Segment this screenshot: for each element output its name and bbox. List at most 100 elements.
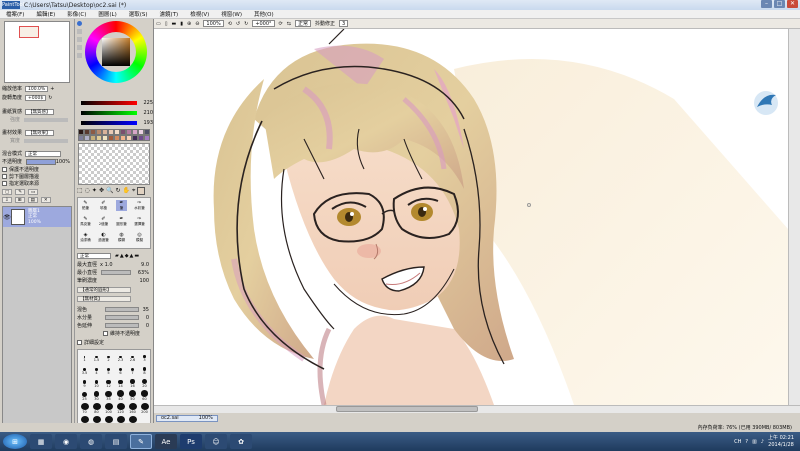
brush-size-cell[interactable]: 60 [139,390,150,401]
zoom-plus-icon[interactable]: + [50,86,54,92]
opacity-slider[interactable] [26,158,56,165]
taskbar-paint-icon[interactable]: ✿ [230,434,252,449]
brush-size-cell[interactable]: 3.5 [79,364,90,375]
brush-size-cell[interactable]: 2.3 [115,351,126,362]
color-wheel-mode-icon[interactable] [77,21,82,26]
network-icon[interactable]: ▥ [752,439,757,445]
navigator-viewport-box[interactable] [19,26,39,38]
menu-layer[interactable]: 圖層(L) [92,10,122,18]
minimize-button[interactable]: – [761,0,772,8]
brush-size-cell[interactable]: 2 [103,351,114,362]
taskbar-folder-icon[interactable]: ▤ [105,434,127,449]
brush-shape-select[interactable]: 【通常的圓形】 [77,286,131,293]
scratchpad[interactable] [78,143,150,185]
transfer-down-icon[interactable]: ⇩ [2,196,12,203]
clock[interactable]: 上午 02:21 2014/1/28 [768,435,794,449]
brush-size-cell[interactable]: 8 [139,364,150,375]
paper-effect-select[interactable]: 【無效果】 [25,129,54,136]
rotate-tool-icon[interactable]: ↻ [115,187,120,194]
brush-size-cell[interactable]: 7 [127,364,138,375]
palette-swatch[interactable] [144,135,150,141]
brush-size-cell[interactable]: 3 [139,351,150,362]
tool-binary-pen[interactable]: ✐ 2值筆 [98,216,109,227]
selection-source-checkbox[interactable] [2,181,7,186]
color-wheel[interactable] [85,21,147,83]
zoom-tool-icon[interactable]: 🔍 [106,187,113,194]
new-linework-layer-icon[interactable]: ✎ [15,188,26,195]
rgb-slider-mode-icon[interactable] [77,29,82,34]
lasso-tool-icon[interactable]: ◌ [85,187,90,194]
horizontal-scroll-thumb[interactable] [336,406,478,412]
tool-blur[interactable]: ◍ 模糊 [116,232,127,243]
help-icon[interactable]: ? [745,439,748,445]
brush-size-cell[interactable]: 10 [91,377,102,388]
menu-select[interactable]: 選取(S) [123,10,154,18]
brush-size-cell[interactable]: 1.5 [91,351,102,362]
invert-select-icon[interactable]: ▬ [172,21,177,27]
eyedropper-icon[interactable]: ⌖ [132,187,135,195]
dilution-slider[interactable] [105,315,139,320]
vertical-scrollbar[interactable] [788,29,800,405]
start-button[interactable]: ⊞ [3,434,27,449]
blending-slider[interactable] [105,307,139,312]
menu-view[interactable]: 檢視(V) [184,10,215,18]
tool-airbrush[interactable]: ✐ 噴槍 [98,200,109,211]
angle-reset-icon[interactable]: ↻ [48,95,52,101]
scratchpad-mode-icon[interactable] [77,53,82,58]
brush-size-cell[interactable]: 35 [103,390,114,401]
paper-texture-select[interactable]: 【無質感】 [25,108,54,115]
color-palette[interactable] [78,129,150,141]
rotate-right-icon[interactable]: ↻ [244,21,248,27]
flip-horizontal-icon[interactable]: ⇆ [287,21,291,27]
deselect-icon[interactable]: ▯ [165,21,168,27]
advanced-settings-checkbox[interactable] [77,340,82,345]
hide-select-icon[interactable]: ▮ [180,21,183,27]
menu-edit[interactable]: 編輯(E) [30,10,61,18]
brush-size-cell[interactable]: 70 [79,403,90,414]
zoom-out-icon[interactable]: ⊖ [195,21,199,27]
rotation-field[interactable]: +000° [252,20,275,27]
document-tab[interactable]: oc2.sai 100% [156,414,218,422]
angle-field[interactable]: +000$ [25,94,47,101]
magic-wand-icon[interactable]: ✦ [92,187,97,194]
taskbar-sai-icon[interactable]: ✎ [130,434,152,449]
hsv-slider-mode-icon[interactable] [77,37,82,42]
rotate-left-icon[interactable]: ↺ [236,21,240,27]
brush-size-cell[interactable]: 12 [103,377,114,388]
clear-layer-icon[interactable]: ▤ [27,196,38,203]
hand-tool-icon[interactable]: ✋ [123,187,130,194]
tool-round-pen[interactable]: ✒ 圓形筆 [116,216,127,227]
brush-size-cell[interactable]: 25 [79,390,90,401]
new-folder-icon[interactable]: ▭ [28,188,39,195]
brush-size-cell[interactable]: 100 [103,403,114,414]
zoom-field[interactable]: 100.0% [25,85,49,92]
brush-size-cell[interactable]: 160 [127,403,138,414]
tool-pencil[interactable]: ✎ 鉛筆 [80,200,91,211]
paper-strength-slider[interactable] [24,117,68,122]
green-slider[interactable] [81,110,137,115]
brush-mode-select[interactable]: 正常 [77,252,111,259]
clip-layer-checkbox[interactable] [2,174,7,179]
maximize-button[interactable]: □ [774,0,785,8]
tool-marker[interactable]: ✎ 馬克筆 [80,216,91,227]
menu-window[interactable]: 視窗(W) [215,10,248,18]
max-size-multiplier[interactable]: x 1.0 [100,262,113,268]
taskbar-ae-icon[interactable]: Ae [155,434,177,449]
brush-size-cell[interactable]: 50 [127,390,138,401]
menu-other[interactable]: 其他(O) [248,10,280,18]
tool-brush[interactable]: ✒ 筆 [116,200,127,211]
brush-size-cell[interactable]: 9 [79,377,90,388]
keep-opacity-checkbox[interactable] [103,331,108,336]
menu-file[interactable]: 檔案(F) [0,10,30,18]
tool-bucket[interactable]: ◈ 油漆桶 [80,232,91,243]
taskbar-qq-icon[interactable]: ☺ [205,434,227,449]
delete-layer-icon[interactable]: ✕ [40,196,51,203]
drawing-canvas[interactable] [154,29,788,405]
tool-select-pen[interactable]: ✑ 選擇筆 [134,216,145,227]
select-all-icon[interactable]: ▭ [156,21,161,27]
max-size-value[interactable]: 9.0 [141,262,149,268]
taskbar-explorer-icon[interactable]: ▦ [30,434,52,449]
zoom-reset-icon[interactable]: ⟲ [228,21,232,27]
zoom-select[interactable]: 100% [203,20,224,27]
brush-size-cell[interactable]: 5 [103,364,114,375]
